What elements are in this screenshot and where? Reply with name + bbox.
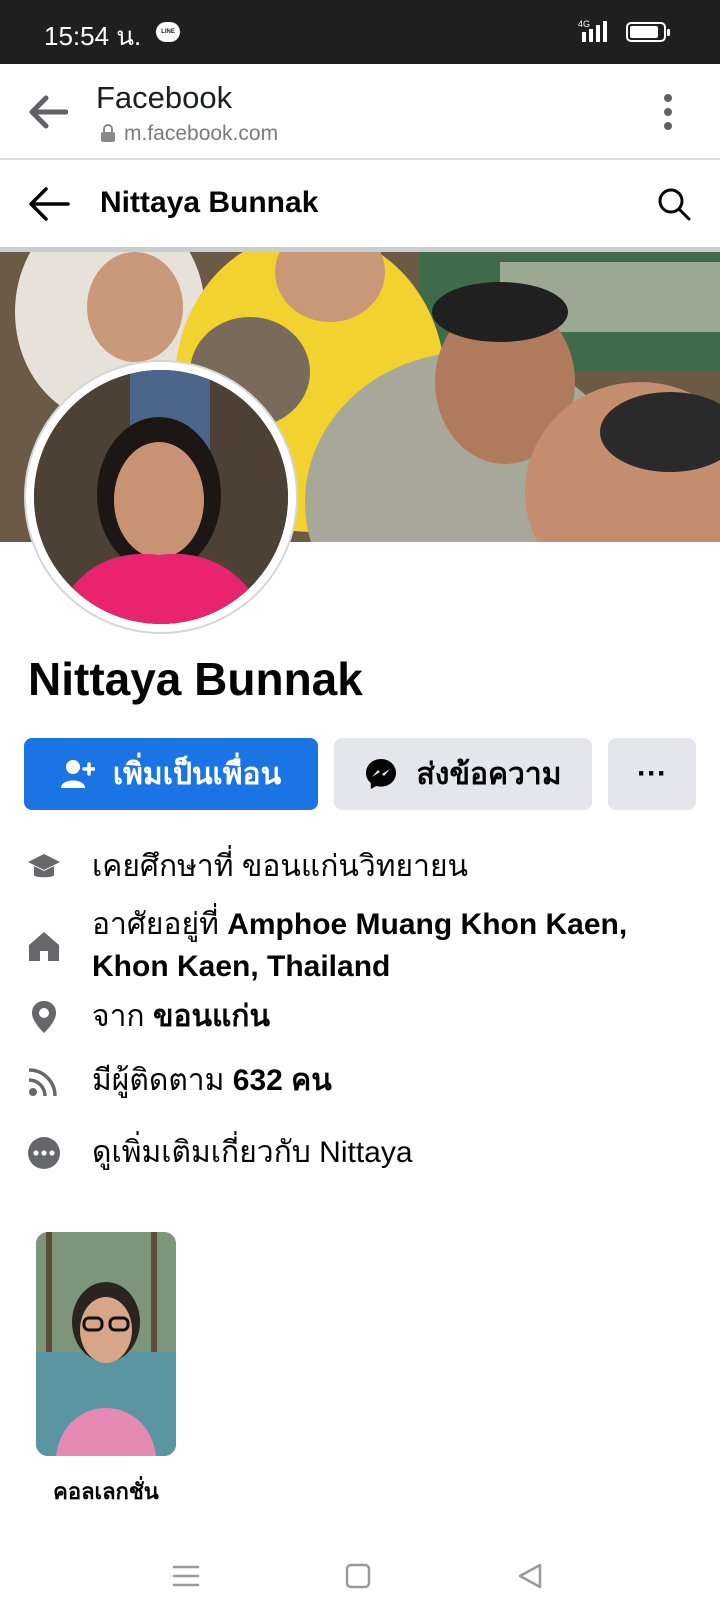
lives-in-text: อาศัยอยู่ที่ Amphoe Muang Khon Kaen, Kho… bbox=[92, 904, 692, 988]
education-value[interactable]: ขอนแก่นวิทยายน bbox=[242, 850, 468, 883]
followers-value: 632 คน bbox=[232, 1064, 332, 1097]
followers-text: มีผู้ติดตาม 632 คน bbox=[92, 1060, 692, 1102]
collection-label: คอลเลกชั่น bbox=[53, 1479, 159, 1504]
line-app-icon: LINE bbox=[156, 22, 180, 42]
profile-name: Nittaya Bunnak bbox=[28, 653, 363, 705]
network-label: 4G bbox=[578, 19, 590, 29]
from-prefix: จาก bbox=[92, 1000, 145, 1033]
back-arrow-icon[interactable] bbox=[28, 186, 70, 222]
profile-header-bar: Nittaya Bunnak bbox=[0, 160, 720, 252]
browser-back-icon[interactable] bbox=[28, 94, 68, 130]
location-pin-icon bbox=[32, 1001, 56, 1033]
browser-url-text: m.facebook.com bbox=[124, 122, 279, 145]
graduation-cap-icon bbox=[28, 854, 60, 878]
battery-icon bbox=[626, 22, 670, 42]
menu-lines-icon[interactable] bbox=[168, 1558, 204, 1594]
status-bar: 15:54 น. LINE 4G bbox=[0, 0, 720, 64]
browser-url[interactable]: m.facebook.com bbox=[100, 122, 278, 146]
more-dots-icon bbox=[28, 1137, 60, 1169]
see-more-about-text: ดูเพิ่มเติมเกี่ยวกับ Nittaya bbox=[92, 1136, 413, 1169]
browser-bar: Facebook m.facebook.com bbox=[0, 64, 720, 160]
followers-prefix: มีผู้ติดตาม bbox=[92, 1064, 225, 1097]
featured-collection[interactable]: คอลเลกชั่น bbox=[36, 1232, 176, 1509]
lives-in-prefix: อาศัยอยู่ที่ bbox=[92, 908, 219, 941]
messenger-icon bbox=[364, 757, 398, 791]
collection-thumbnail bbox=[36, 1232, 176, 1456]
from-value[interactable]: ขอนแก่น bbox=[153, 1000, 270, 1033]
header-title: Nittaya Bunnak bbox=[100, 186, 319, 219]
add-friend-label: เพิ่มเป็นเพื่อน bbox=[112, 757, 282, 791]
message-label: ส่งข้อความ bbox=[416, 757, 562, 791]
signal-icon: 4G bbox=[578, 19, 607, 42]
rss-icon bbox=[28, 1068, 57, 1097]
education-prefix: เคยศึกษาที่ bbox=[92, 850, 234, 883]
profile-picture-image bbox=[34, 370, 288, 624]
lock-icon bbox=[101, 124, 115, 142]
browser-title: Facebook bbox=[96, 80, 233, 115]
system-navigation-bar bbox=[0, 1540, 720, 1612]
add-friend-icon bbox=[60, 758, 95, 790]
more-options-label: ··· bbox=[637, 757, 667, 790]
home-icon bbox=[29, 932, 59, 961]
education-text: เคยศึกษาที่ ขอนแก่นวิทยายน bbox=[92, 846, 692, 888]
profile-picture[interactable] bbox=[24, 360, 298, 634]
search-icon[interactable] bbox=[656, 186, 692, 222]
from-text: จาก ขอนแก่น bbox=[92, 996, 692, 1038]
kebab-menu-icon[interactable] bbox=[656, 92, 680, 132]
add-friend-button[interactable]: เพิ่มเป็นเพื่อน bbox=[24, 738, 318, 810]
status-time: 15:54 น. bbox=[44, 21, 142, 51]
home-square-icon[interactable] bbox=[340, 1558, 376, 1594]
back-triangle-icon[interactable] bbox=[512, 1558, 548, 1594]
message-button[interactable]: ส่งข้อความ bbox=[334, 738, 592, 810]
more-options-button[interactable]: ··· bbox=[608, 738, 696, 810]
